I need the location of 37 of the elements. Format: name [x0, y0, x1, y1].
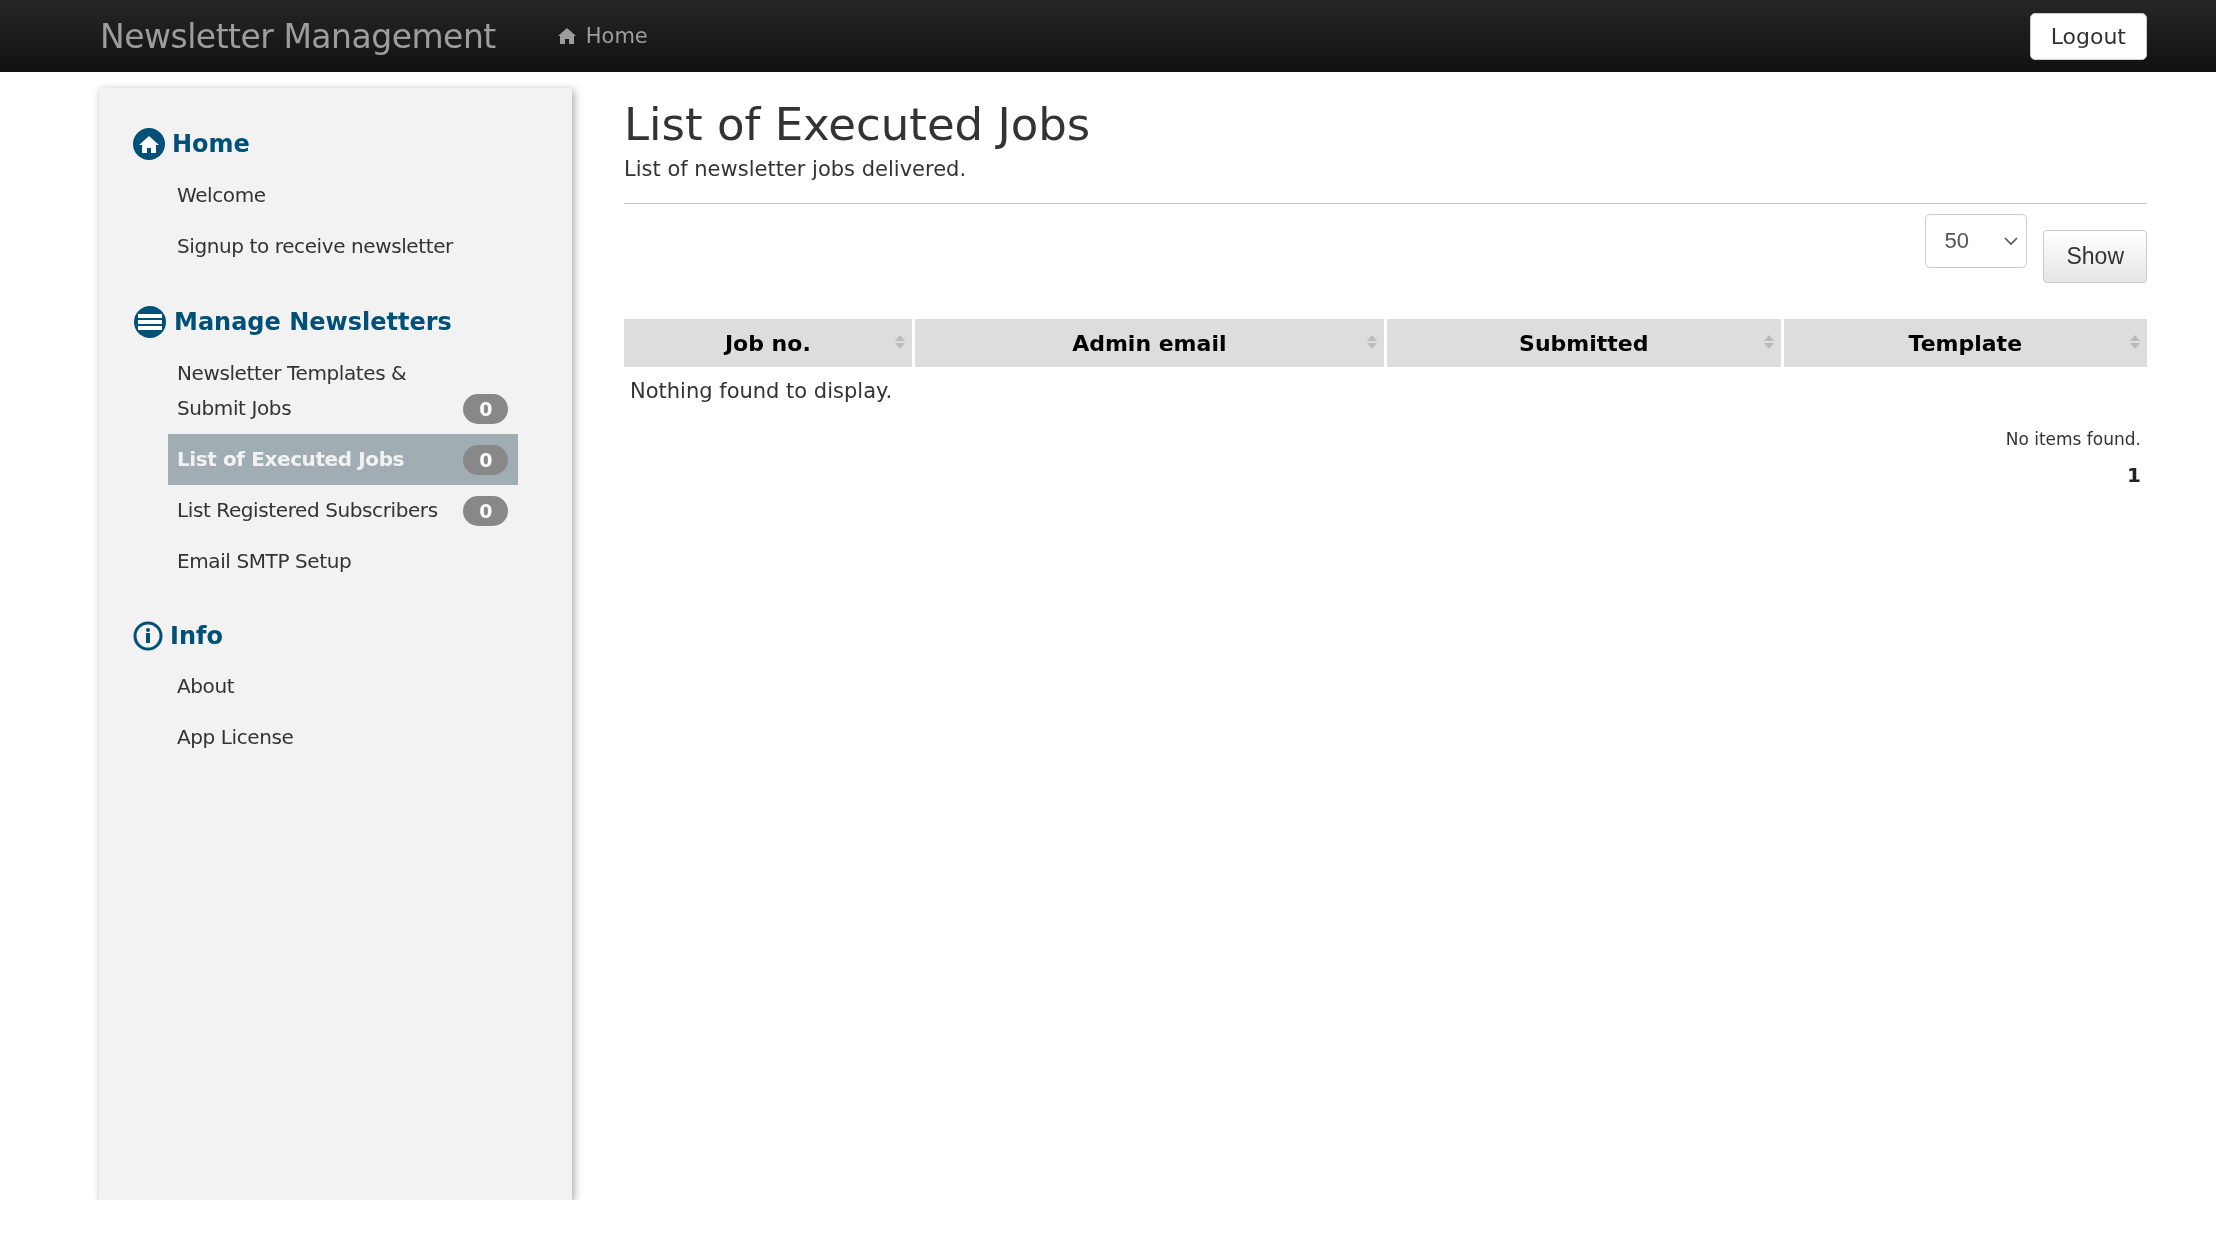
- empty-message: Nothing found to display.: [629, 378, 894, 405]
- page-subtitle: List of newsletter jobs delivered.: [624, 157, 968, 181]
- sort-icon: [1762, 334, 1775, 350]
- home-icon: [133, 128, 165, 160]
- info-icon: [133, 621, 163, 651]
- sidebar-item[interactable]: About: [168, 661, 518, 712]
- count-badge: 0: [463, 394, 508, 424]
- count-badge: 0: [463, 496, 508, 526]
- sidebar-item[interactable]: App License: [168, 712, 518, 763]
- chevron-icon: [2004, 236, 2019, 246]
- show-button[interactable]: Show: [2043, 230, 2147, 283]
- section-title: Info: [170, 622, 223, 650]
- section-title: Manage Newsletters: [174, 308, 452, 336]
- column-header[interactable]: Admin email: [914, 319, 1384, 367]
- logout-button[interactable]: Logout: [2029, 12, 2147, 60]
- list-icon: [133, 306, 167, 338]
- sidebar-item[interactable]: List of Executed Jobs 0: [168, 434, 518, 485]
- column-header[interactable]: Submitted: [1387, 319, 1781, 367]
- sort-icon: [893, 334, 906, 350]
- section-title: Home: [172, 130, 250, 158]
- status-text: No items found.: [2004, 429, 2141, 449]
- page-size-select[interactable]: 50: [1925, 214, 2028, 268]
- sidebar-item[interactable]: Newsletter Templates & Submit Jobs 0: [168, 348, 518, 434]
- sort-icon: [1366, 334, 1378, 350]
- sidebar-item[interactable]: Email SMTP Setup: [168, 536, 518, 587]
- column-header[interactable]: Template: [1783, 319, 2147, 367]
- sort-icon: [2129, 334, 2141, 350]
- home-icon: [557, 28, 576, 44]
- count-badge: 0: [463, 445, 508, 475]
- home-link[interactable]: Home: [557, 24, 648, 48]
- page-link[interactable]: 1: [2127, 463, 2141, 487]
- sidebar-item[interactable]: Signup to receive newsletter: [168, 221, 518, 272]
- brand-title[interactable]: Newsletter Management: [100, 16, 496, 56]
- sidebar-item[interactable]: Welcome: [168, 170, 518, 221]
- column-header[interactable]: Job no.: [624, 319, 912, 367]
- sidebar-item[interactable]: List Registered Subscribers 0: [168, 485, 518, 536]
- page-title: List of Executed Jobs: [624, 98, 1092, 151]
